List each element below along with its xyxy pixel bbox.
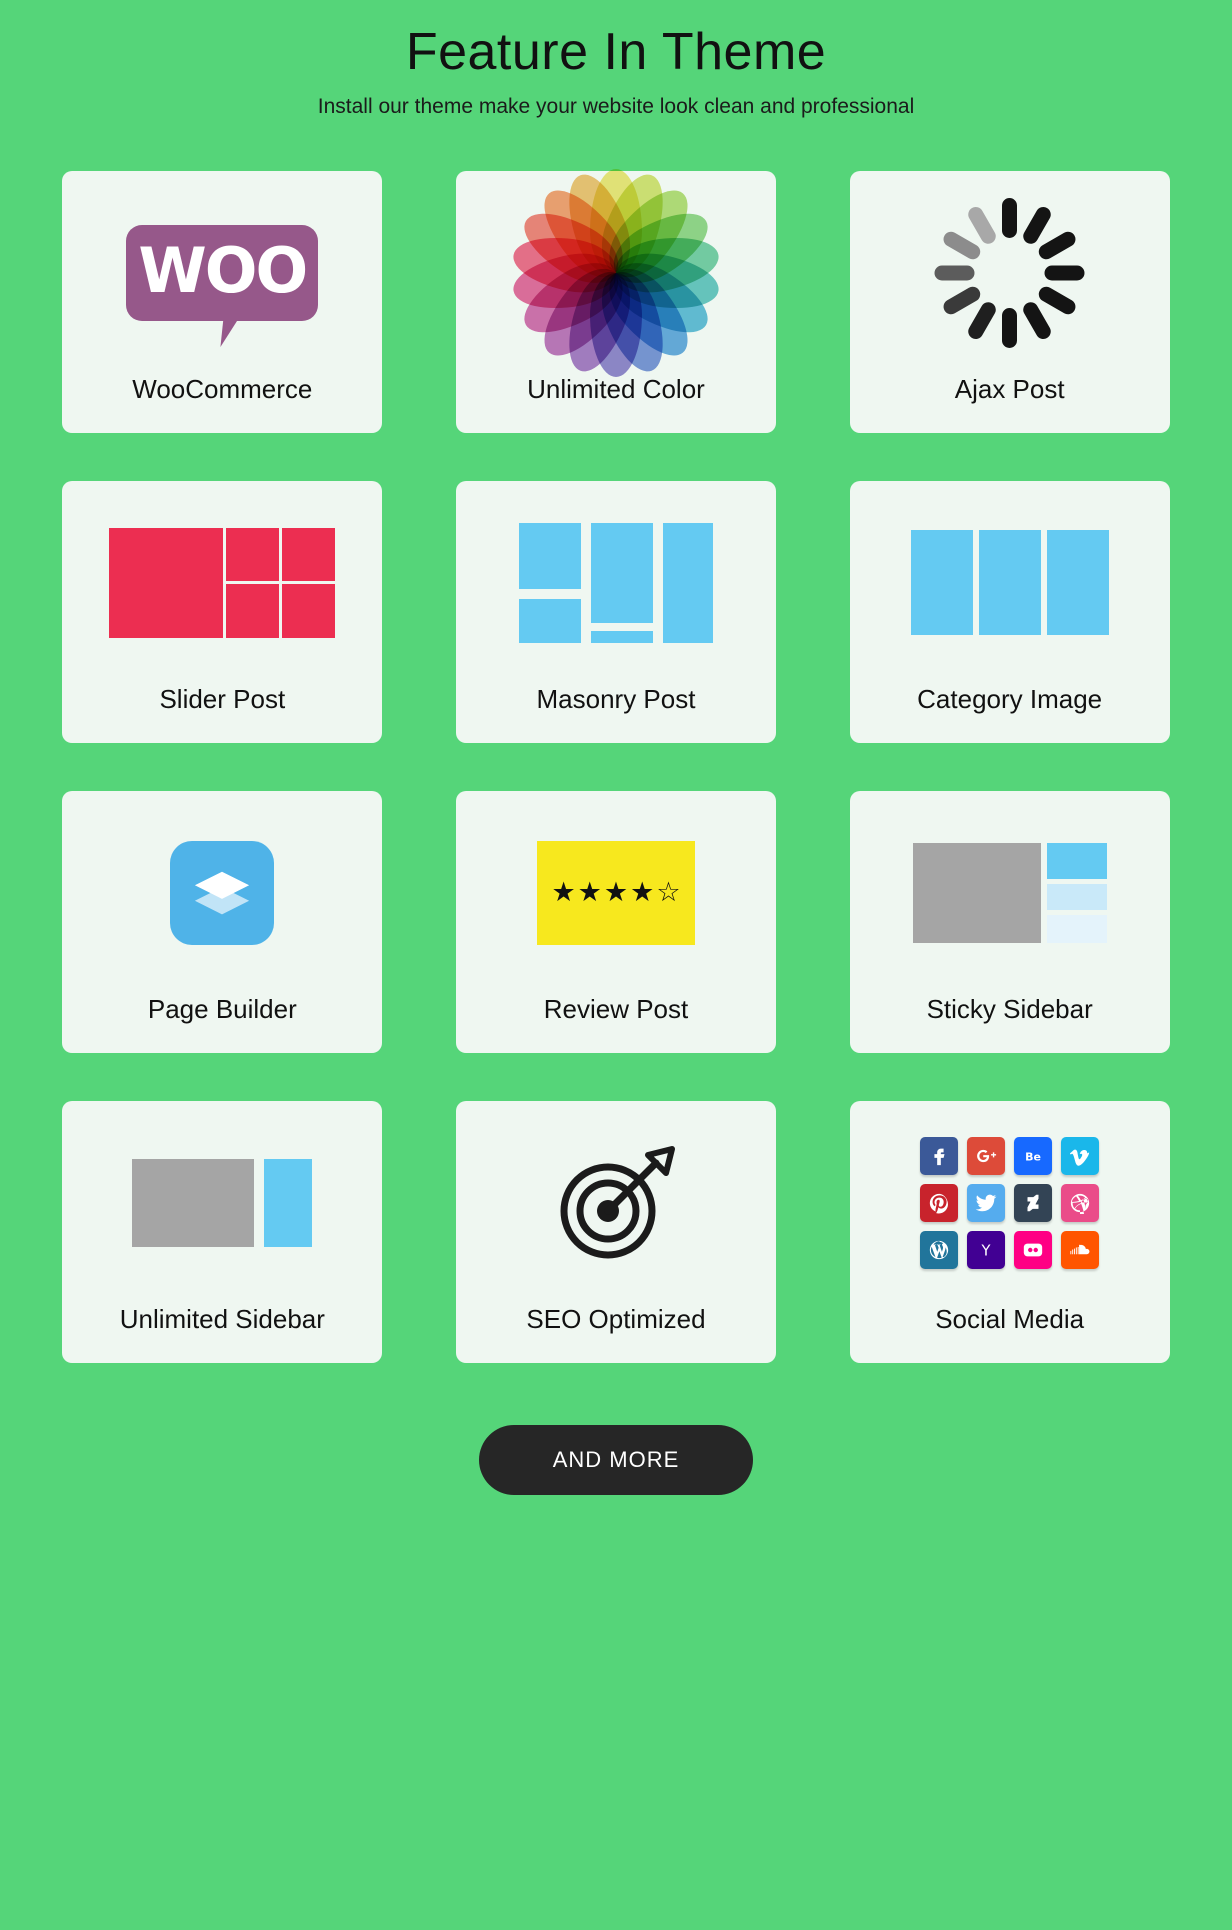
masonry-block: [662, 522, 713, 643]
feature-card-slider-post[interactable]: Slider Post: [62, 481, 383, 744]
dribbble-icon[interactable]: [1061, 1183, 1100, 1222]
pinterest-icon[interactable]: [920, 1183, 959, 1222]
star-empty-icon: ☆: [656, 877, 681, 908]
feature-label: Category Image: [917, 683, 1103, 714]
sticky-sidebar-layout-icon: [850, 791, 1170, 994]
twitter-icon[interactable]: [967, 1183, 1006, 1222]
woo-logo-icon: WOO: [62, 171, 382, 374]
feature-label: Review Post: [543, 993, 689, 1024]
feature-label: Page Builder: [147, 993, 297, 1024]
feature-card-ajax-post[interactable]: Ajax Post: [849, 171, 1170, 434]
and-more-button[interactable]: AND MORE: [478, 1425, 754, 1496]
layers-stack-icon: [62, 791, 382, 994]
sticky-main-block: [912, 842, 1041, 943]
spinner-spoke: [1002, 197, 1018, 238]
category-column: [1046, 530, 1109, 636]
feature-label: Sticky Sidebar: [926, 993, 1093, 1024]
sidebar-side-block: [264, 1158, 313, 1247]
feature-label: Social Media: [935, 1303, 1085, 1334]
google-plus-icon[interactable]: [967, 1136, 1006, 1175]
spinner-spoke: [940, 228, 984, 262]
slider-cell: [226, 584, 280, 638]
vimeo-icon[interactable]: [1061, 1136, 1100, 1175]
feature-card-review-post[interactable]: ★ ★ ★ ★ ☆ Review Post: [455, 791, 776, 1054]
spinner-spoke: [1020, 204, 1054, 247]
masonry-block: [518, 522, 581, 589]
feature-card-social-media[interactable]: Be Y Social Media: [849, 1101, 1170, 1364]
target-dart-icon: [456, 1101, 776, 1304]
masonry-block: [590, 630, 653, 643]
spinner-spoke: [934, 265, 975, 281]
star-filled-icon: ★: [551, 877, 576, 908]
feature-grid: WOO WooCommerce Unlimited Color Ajax Pos…: [59, 166, 1174, 1364]
feature-card-unlimited-sidebar[interactable]: Unlimited Sidebar: [62, 1101, 383, 1364]
feature-card-seo-optimized[interactable]: SEO Optimized: [455, 1101, 776, 1364]
wordpress-icon[interactable]: [920, 1230, 959, 1269]
feature-card-sticky-sidebar[interactable]: Sticky Sidebar: [849, 791, 1170, 1054]
slider-cell: [282, 527, 336, 582]
facebook-icon[interactable]: [920, 1136, 959, 1175]
star-filled-icon: ★: [630, 877, 655, 908]
masonry-block: [590, 522, 653, 623]
woo-logo-text: WOO: [138, 233, 308, 307]
deviantart-icon[interactable]: [1014, 1183, 1053, 1222]
masonry-block: [518, 598, 581, 643]
sidebar-layout-icon: [62, 1101, 382, 1304]
feature-label: Unlimited Color: [527, 373, 705, 404]
spinner-spoke: [1044, 265, 1085, 281]
sticky-side-block: [1046, 914, 1107, 943]
spinner-spoke: [940, 283, 984, 317]
feature-label: SEO Optimized: [526, 1303, 706, 1334]
soundcloud-icon[interactable]: [1061, 1230, 1100, 1269]
feature-label: Unlimited Sidebar: [119, 1303, 325, 1334]
spinner-spoke: [1036, 228, 1079, 262]
social-icons-grid: Be Y: [850, 1101, 1170, 1304]
page-subtitle: Install our theme make your website look…: [317, 95, 915, 119]
feature-label: Masonry Post: [536, 683, 696, 714]
sidebar-main-block: [132, 1158, 255, 1247]
spinner-spoke: [1002, 307, 1018, 348]
loading-spinner-icon: [850, 171, 1170, 374]
spinner-spoke: [965, 204, 999, 247]
category-column: [910, 530, 973, 636]
svg-text:Y: Y: [981, 1242, 991, 1259]
footer-actions: AND MORE: [0, 1425, 1232, 1496]
slider-cell: [226, 527, 280, 582]
sticky-side-block: [1046, 842, 1107, 879]
sticky-side-block: [1046, 883, 1107, 910]
yahoo-icon[interactable]: Y: [967, 1230, 1006, 1269]
star-filled-icon: ★: [577, 877, 602, 908]
feature-card-category-image[interactable]: Category Image: [849, 481, 1170, 744]
spinner-spoke: [965, 299, 999, 342]
feature-label: Slider Post: [159, 683, 286, 714]
slider-main-block: [109, 527, 224, 638]
feature-card-unlimited-color[interactable]: Unlimited Color: [455, 166, 776, 434]
feature-card-masonry-post[interactable]: Masonry Post: [455, 481, 776, 744]
three-column-layout-icon: [850, 481, 1170, 684]
feature-card-page-builder[interactable]: Page Builder: [62, 791, 383, 1054]
page-header: Feature In Theme Install our theme make …: [0, 0, 1232, 119]
behance-icon[interactable]: Be: [1014, 1136, 1053, 1175]
feature-card-woocommerce[interactable]: WOO WooCommerce: [62, 171, 383, 434]
svg-text:Be: Be: [1025, 1150, 1041, 1163]
category-column: [978, 530, 1041, 636]
feature-label: WooCommerce: [132, 373, 313, 404]
star-rating-icon: ★ ★ ★ ★ ☆: [456, 791, 776, 994]
spinner-spoke: [1036, 283, 1079, 317]
page-title: Feature In Theme: [405, 23, 827, 81]
feature-label: Ajax Post: [954, 373, 1065, 404]
feature-page: Feature In Theme Install our theme make …: [0, 0, 1232, 1930]
color-wheel-icon: [456, 166, 776, 380]
slider-cell: [282, 584, 336, 638]
spinner-spoke: [1020, 299, 1054, 342]
slider-layout-icon: [62, 481, 382, 684]
star-filled-icon: ★: [603, 877, 629, 908]
masonry-layout-icon: [456, 481, 776, 684]
flickr-icon[interactable]: [1014, 1230, 1053, 1269]
